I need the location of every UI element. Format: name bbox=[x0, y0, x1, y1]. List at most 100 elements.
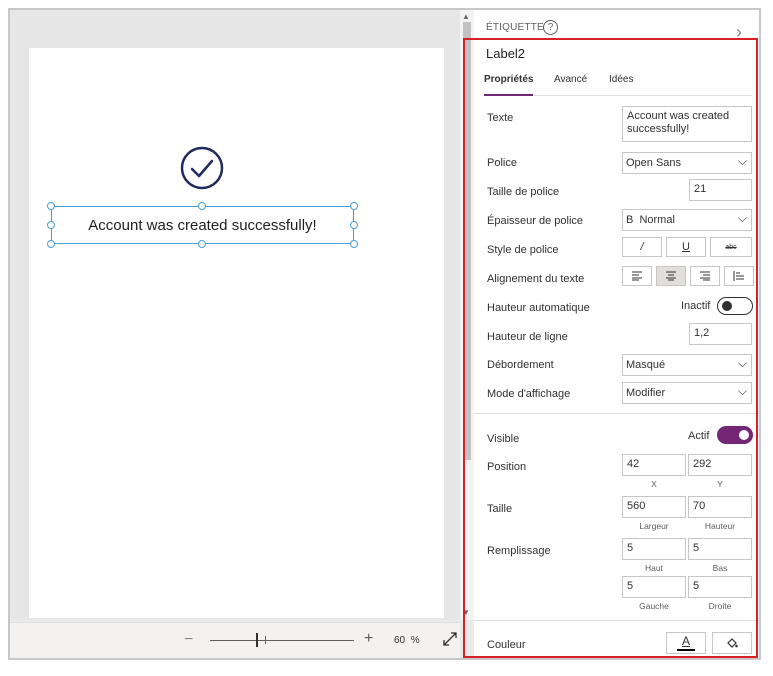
paint-bucket-icon bbox=[727, 638, 738, 648]
chevron-down-icon: ⌵ bbox=[737, 211, 747, 225]
resize-handle-top-right[interactable] bbox=[350, 202, 358, 210]
expand-icon[interactable] bbox=[442, 631, 458, 647]
resize-handle-middle-right[interactable] bbox=[350, 221, 358, 229]
position-x-input[interactable]: 42 bbox=[622, 454, 686, 476]
resize-handle-top-left[interactable] bbox=[47, 202, 55, 210]
zoom-slider-thumb[interactable] bbox=[256, 633, 258, 647]
padding-bottom-input[interactable]: 5 bbox=[688, 538, 752, 560]
tab-advanced[interactable]: Avancé bbox=[554, 74, 587, 96]
font-weight-label: Épaisseur de police bbox=[487, 215, 584, 227]
display-mode-value: Modifier bbox=[626, 387, 666, 399]
zoom-in-button[interactable]: + bbox=[364, 630, 373, 648]
scroll-down-arrow-icon[interactable]: ▼ bbox=[462, 608, 470, 618]
font-size-label: Taille de police bbox=[487, 186, 560, 198]
auto-height-state: Inactif bbox=[681, 300, 711, 312]
app-screen[interactable]: Account was created successfully! bbox=[29, 48, 444, 618]
text-label: Texte bbox=[487, 112, 514, 124]
padding-label: Remplissage bbox=[487, 545, 551, 557]
align-left-icon[interactable] bbox=[622, 266, 652, 286]
text-input[interactable]: Account was created successfully! bbox=[622, 106, 752, 142]
section-divider bbox=[474, 620, 759, 621]
chevron-down-icon: ⌵ bbox=[737, 356, 747, 370]
font-value: Open Sans bbox=[626, 157, 682, 169]
visible-label: Visible bbox=[487, 433, 520, 445]
resize-handle-middle-left[interactable] bbox=[47, 221, 55, 229]
padding-left-input[interactable]: 5 bbox=[622, 576, 686, 598]
scrollbar-thumb[interactable] bbox=[463, 22, 471, 460]
position-y-caption: Y bbox=[717, 479, 723, 489]
text-align-label: Alignement du texte bbox=[487, 273, 585, 285]
align-center-icon[interactable] bbox=[656, 266, 686, 286]
properties-panel: ÉTIQUETTE ? › Label2 Propriétés Avancé I… bbox=[474, 10, 759, 658]
canvas-vertical-scrollbar[interactable]: ▲ ▼ bbox=[460, 10, 474, 620]
section-divider bbox=[474, 413, 759, 414]
zoom-unit: % bbox=[410, 635, 420, 646]
padding-top-input[interactable]: 5 bbox=[622, 538, 686, 560]
height-input[interactable]: 70 bbox=[688, 496, 752, 518]
zoom-value: 60 bbox=[394, 635, 406, 646]
underline-button[interactable]: U bbox=[666, 237, 706, 257]
strikethrough-button[interactable]: abc bbox=[710, 237, 752, 257]
zoom-bar: − + 60 % bbox=[10, 622, 460, 658]
overflow-value: Masqué bbox=[626, 359, 666, 371]
canvas-area: Account was created successfully! bbox=[10, 10, 460, 620]
resize-handle-top-center[interactable] bbox=[198, 202, 206, 210]
scroll-up-arrow-icon[interactable]: ▲ bbox=[462, 12, 470, 22]
font-weight-dropdown[interactable]: B Normal ⌵ bbox=[622, 209, 752, 231]
overflow-dropdown[interactable]: Masqué ⌵ bbox=[622, 354, 752, 376]
padding-top-caption: Haut bbox=[645, 563, 663, 573]
tab-properties[interactable]: Propriétés bbox=[484, 74, 534, 96]
font-label: Police bbox=[487, 157, 517, 169]
resize-handle-bottom-center[interactable] bbox=[198, 240, 206, 248]
position-y-input[interactable]: 292 bbox=[688, 454, 752, 476]
overflow-label: Débordement bbox=[487, 359, 554, 371]
chevron-down-icon: ⌵ bbox=[737, 384, 747, 398]
tab-ideas[interactable]: Idées bbox=[609, 74, 633, 96]
auto-height-toggle[interactable] bbox=[717, 297, 753, 315]
auto-height-label: Hauteur automatique bbox=[487, 302, 590, 314]
display-mode-dropdown[interactable]: Modifier ⌵ bbox=[622, 382, 752, 404]
font-weight-value: B Normal bbox=[626, 214, 675, 226]
width-input[interactable]: 560 bbox=[622, 496, 686, 518]
padding-bottom-caption: Bas bbox=[712, 563, 728, 573]
position-label: Position bbox=[487, 461, 527, 473]
checkmark-circle-icon bbox=[180, 146, 224, 190]
toggle-knob bbox=[722, 301, 732, 311]
display-mode-label: Mode d'affichage bbox=[487, 388, 571, 400]
font-style-label: Style de police bbox=[487, 244, 559, 256]
italic-button[interactable]: / bbox=[622, 237, 662, 257]
control-name[interactable]: Label2 bbox=[486, 46, 525, 61]
padding-right-input[interactable]: 5 bbox=[688, 576, 752, 598]
zoom-slider-tick bbox=[265, 636, 266, 644]
label-text: Account was created successfully! bbox=[88, 216, 317, 234]
resize-handle-bottom-right[interactable] bbox=[350, 240, 358, 248]
help-icon[interactable]: ? bbox=[543, 20, 558, 35]
line-height-input[interactable]: 1,2 bbox=[689, 323, 752, 345]
fill-color-button[interactable] bbox=[712, 632, 752, 654]
selected-label-control[interactable]: Account was created successfully! bbox=[51, 206, 354, 244]
toggle-knob bbox=[739, 430, 749, 440]
chevron-right-icon[interactable]: › bbox=[736, 22, 742, 43]
panel-header: ÉTIQUETTE bbox=[486, 22, 544, 33]
height-caption: Hauteur bbox=[704, 521, 736, 531]
padding-right-caption: Droite bbox=[708, 601, 732, 611]
zoom-out-button[interactable]: − bbox=[184, 631, 193, 649]
resize-handle-bottom-left[interactable] bbox=[47, 240, 55, 248]
visible-toggle[interactable] bbox=[717, 426, 753, 444]
font-dropdown[interactable]: Open Sans ⌵ bbox=[622, 152, 752, 174]
align-right-icon[interactable] bbox=[690, 266, 720, 286]
width-caption: Largeur bbox=[639, 521, 669, 531]
chevron-down-icon: ⌵ bbox=[737, 154, 747, 168]
font-style-buttons: / U abc bbox=[622, 237, 752, 257]
font-size-input[interactable]: 21 bbox=[689, 179, 752, 201]
text-color-button[interactable]: A bbox=[666, 632, 706, 654]
visible-state: Actif bbox=[688, 430, 710, 442]
text-align-buttons bbox=[622, 266, 754, 286]
text-color-glyph: A bbox=[681, 634, 690, 648]
align-justify-icon[interactable] bbox=[724, 266, 754, 286]
tab-bar: Propriétés Avancé Idées bbox=[484, 74, 752, 96]
zoom-level: 60 % bbox=[394, 635, 420, 646]
color-label: Couleur bbox=[487, 639, 526, 651]
line-height-label: Hauteur de ligne bbox=[487, 331, 568, 343]
zoom-slider[interactable] bbox=[210, 640, 354, 641]
